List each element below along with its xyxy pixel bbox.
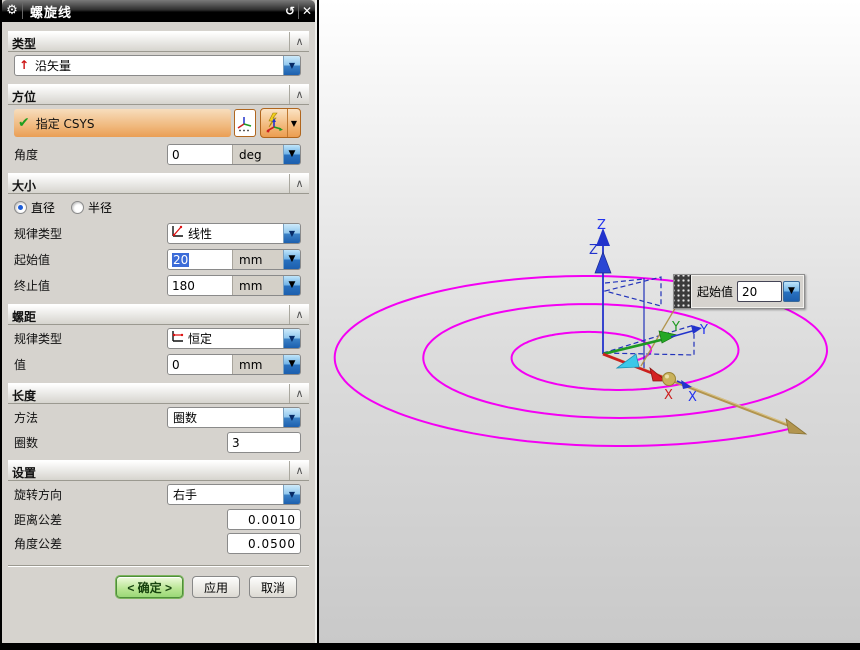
angle-field: 0 deg ▼ (167, 143, 301, 165)
radius-radio[interactable]: 半径 (71, 199, 112, 216)
angle-input[interactable]: 0 (168, 144, 232, 164)
cancel-button[interactable]: 取消 (249, 576, 297, 598)
start-value-field: 20 mm ▼ (167, 248, 301, 270)
lightning-csys-icon (266, 112, 283, 133)
apply-button[interactable]: 应用 (192, 576, 240, 598)
pitch-law-label: 规律类型 (14, 331, 63, 346)
inferred-csys-button[interactable] (261, 109, 287, 137)
start-value-input[interactable]: 20 (168, 249, 232, 269)
pitch-value-field: 0 mm ▼ (167, 353, 301, 375)
radio-dot-icon (14, 200, 27, 214)
sphere-highlight (665, 374, 669, 379)
section-header-length: 长度 ∧ (8, 383, 309, 404)
check-icon: ✔ (18, 115, 30, 131)
constant-law-icon (168, 330, 186, 346)
gear-icon: ⚙ (6, 3, 18, 18)
end-value-input[interactable]: 180 (168, 275, 232, 295)
origin-drag-sphere[interactable] (662, 372, 676, 386)
axis-labels: Z Z Y Y X X (589, 218, 708, 405)
dialog-titlebar[interactable]: ⚙ 螺旋线 ↺ ✕ (2, 0, 315, 22)
pitch-value-unit: mm (232, 354, 283, 374)
collapse-size-button[interactable]: ∧ (289, 174, 309, 193)
dropdown-arrow-icon[interactable]: ▼ (283, 328, 300, 348)
vector-arrow-icon: ↑ (18, 58, 30, 72)
distance-tolerance-label: 距离公差 (14, 512, 63, 527)
rotation-direction-label: 旋转方向 (14, 487, 63, 502)
csys-dialog-button[interactable] (234, 109, 256, 137)
section-header-type: 类型 ∧ (8, 31, 309, 52)
pitch-unit-dropdown[interactable]: ▼ (283, 354, 300, 374)
close-button[interactable]: ✕ (299, 4, 315, 18)
dropdown-arrow-icon[interactable]: ▼ (283, 55, 300, 75)
helix-dialog: ⚙ 螺旋线 ↺ ✕ 类型 ∧ ↑ 沿矢量 ▼ 方位 ∧ ✔ 指定 CSYS ▼ … (0, 0, 317, 643)
dialog-title: 螺旋线 (30, 5, 73, 21)
csys-triad-icon (237, 117, 252, 132)
angle-tolerance-label: 角度公差 (14, 536, 63, 551)
angle-label: 角度 (14, 147, 39, 162)
onscreen-input-panel: 起始值 20 ▼ (690, 275, 804, 308)
y-axis-label-blue: Y (699, 323, 708, 338)
pitch-value-label: 值 (14, 357, 27, 372)
csys-dropdown-arrow[interactable]: ▼ (287, 109, 300, 137)
drag-grip-icon[interactable] (674, 275, 691, 308)
onscreen-start-value-input[interactable]: 20 (737, 281, 782, 302)
collapse-length-button[interactable]: ∧ (289, 384, 309, 403)
reset-button[interactable]: ↺ (282, 4, 298, 18)
length-method-label: 方法 (14, 410, 39, 425)
angle-tolerance-input[interactable]: 0.0500 (227, 532, 301, 554)
size-law-label: 规律类型 (14, 226, 63, 241)
collapse-pitch-button[interactable]: ∧ (289, 305, 309, 324)
turns-label: 圈数 (14, 435, 39, 450)
pitch-value-input[interactable]: 0 (168, 354, 232, 374)
section-header-orientation: 方位 ∧ (8, 84, 309, 105)
dropdown-arrow-icon[interactable]: ▼ (283, 407, 300, 427)
linear-law-icon (168, 225, 186, 241)
specify-csys-field[interactable]: ✔ 指定 CSYS (14, 109, 232, 137)
csys-inferred-group: ▼ (260, 108, 301, 138)
section-header-size: 大小 ∧ (8, 173, 309, 194)
diameter-radio[interactable]: 直径 (14, 199, 55, 216)
rotation-direction-combo[interactable]: 右手 ▼ (167, 483, 301, 505)
start-value-label: 起始值 (14, 252, 51, 267)
dropdown-arrow-icon[interactable]: ▼ (283, 484, 300, 504)
ok-button[interactable]: < 确定 > (115, 575, 184, 599)
x-axis-label-red: X (664, 388, 673, 403)
collapse-settings-button[interactable]: ∧ (289, 461, 309, 480)
section-header-pitch: 螺距 ∧ (8, 304, 309, 325)
end-value-unit: mm (232, 275, 283, 295)
start-unit-dropdown[interactable]: ▼ (283, 249, 300, 269)
distance-tolerance-input[interactable]: 0.0010 (227, 508, 301, 530)
angle-unit-dropdown[interactable]: ▼ (283, 144, 300, 164)
graphics-viewport[interactable]: Z Z Y Y X X 起始值 20 ▼ (319, 0, 860, 643)
turns-input[interactable]: 3 (227, 431, 301, 453)
collapse-orientation-button[interactable]: ∧ (289, 85, 309, 104)
helix-preview-canvas: Z Z Y Y X X (333, 218, 829, 447)
x-axis-label-blue: X (688, 390, 697, 405)
z-axis-label-2: Z (589, 243, 598, 258)
z-axis-label: Z (597, 218, 606, 233)
start-value-unit: mm (232, 249, 283, 269)
onscreen-start-value-label: 起始值 (696, 285, 733, 299)
angle-unit: deg (232, 144, 283, 164)
end-unit-dropdown[interactable]: ▼ (283, 275, 300, 295)
radio-dot-icon (71, 200, 85, 214)
section-header-settings: 设置 ∧ (8, 460, 309, 481)
type-combo[interactable]: ↑ 沿矢量 ▼ (14, 54, 301, 76)
onscreen-dropdown-arrow[interactable]: ▼ (783, 281, 800, 302)
pitch-law-combo[interactable]: 恒定 ▼ (167, 327, 301, 349)
end-value-field: 180 mm ▼ (167, 274, 301, 296)
length-method-combo[interactable]: 圈数 ▼ (167, 406, 301, 428)
dropdown-arrow-icon[interactable]: ▼ (283, 223, 300, 243)
end-value-label: 终止值 (14, 278, 51, 293)
collapse-type-button[interactable]: ∧ (289, 32, 309, 51)
size-law-combo[interactable]: 线性 ▼ (167, 222, 301, 244)
onscreen-start-value-box[interactable]: 起始值 20 ▼ (673, 274, 805, 309)
y-axis-handle[interactable] (602, 325, 702, 356)
y-axis-label-green: Y (671, 320, 680, 335)
